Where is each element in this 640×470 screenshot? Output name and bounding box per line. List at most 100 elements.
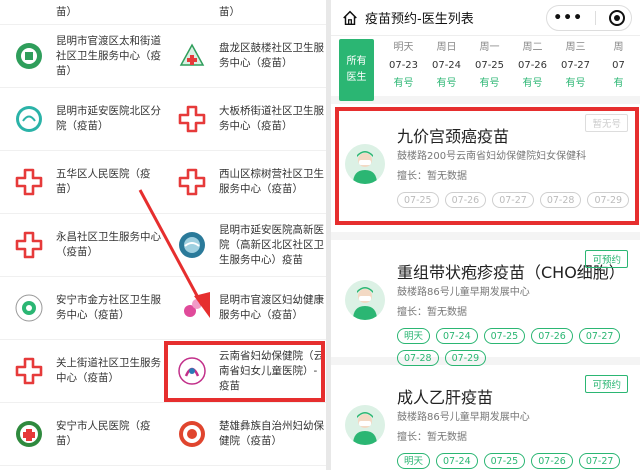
date-tab[interactable]: 明天 07-23 有号 (382, 39, 425, 93)
date-tab-date: 07-26 (517, 60, 548, 71)
hospital-name: 安宁市人民医院（疫苗） (56, 420, 151, 447)
date-tab-weekday: 明天 (393, 42, 414, 53)
hospital-item[interactable]: 昆明市延安医院北区分院（疫苗） (0, 88, 163, 151)
date-tab-status: 有号 (522, 78, 543, 89)
date-tab-weekday: 周三 (565, 42, 586, 53)
hospital-item[interactable]: 昆明市官渡区太和街道社区卫生服务中心（疫苗） (0, 25, 163, 88)
blue-circle-logo-icon (177, 230, 207, 260)
green-ring-logo-icon (14, 293, 44, 323)
title-bar: 疫苗预约-医生列表 ••• (331, 0, 640, 36)
vaccine-card[interactable]: 成人乙肝疫苗 鼓楼路86号儿童早期发展中心 擅长：暂无数据 明天 07-24 07-25 0… (331, 365, 640, 470)
doctor-avatar-icon (345, 280, 385, 320)
hospital-name: 苗） (56, 6, 77, 18)
hospital-name: 安宁市金方社区卫生服务中心（疫苗） (56, 294, 161, 321)
page-title: 疫苗预约-医生列表 (365, 12, 474, 27)
hospital-name: 关上街道社区卫生服务中心（疫苗） (56, 357, 161, 384)
hospital-item[interactable]: 西山区棕树营社区卫生服务中心（疫苗） (163, 151, 326, 214)
hospital-name: 昆明市延安医院北区分院（疫苗） (56, 105, 161, 132)
hospital-name: 苗） (219, 6, 240, 18)
date-tab-date: 07-23 (388, 60, 419, 71)
more-icon[interactable]: ••• (553, 10, 583, 26)
date-chip[interactable]: 07-25 (483, 453, 526, 469)
capsule-divider (595, 10, 597, 25)
red-cross-icon (177, 167, 207, 197)
hospital-name: 楚雄彝族自治州妇幼保健院（疫苗） (219, 420, 324, 447)
vaccine-location: 鼓楼路86号儿童早期发展中心 (397, 287, 530, 298)
bookable-badge[interactable]: 可预约 (585, 250, 628, 268)
date-tab-date: 07 (612, 60, 625, 71)
date-tab-date: 07-27 (560, 60, 591, 71)
vaccine-skill: 擅长：暂无数据 (397, 432, 467, 443)
date-tab[interactable]: 周日 07-24 有号 (425, 39, 468, 93)
mini-program-capsule: ••• (546, 4, 632, 31)
vaccine-card[interactable]: 重组带状疱疹疫苗（CHO细胞） 鼓楼路86号儿童早期发展中心 擅长：暂无数据 明天 07… (331, 240, 640, 366)
date-chip[interactable]: 07-27 (578, 328, 621, 344)
vaccine-info: 成人乙肝疫苗 鼓楼路86号儿童早期发展中心 擅长：暂无数据 明天 07-24 07-25 0… (397, 387, 630, 470)
hospital-name: 永昌社区卫生服务中心（疫苗） (56, 231, 161, 258)
hospital-item[interactable]: 永昌社区卫生服务中心（疫苗） (0, 214, 163, 277)
red-cross-icon (177, 104, 207, 134)
date-chip[interactable]: 07-26 (531, 328, 573, 344)
green-circle-logo-icon (14, 41, 44, 71)
hospital-item[interactable]: 五华区人民医院（疫苗） (0, 151, 163, 214)
date-tab-status: 有 (613, 78, 624, 89)
date-chip[interactable]: 07-27 (578, 453, 621, 469)
hospital-list-panel: 苗） 苗） 昆明市官渡区太和街道社区卫生服务中心（疫苗） 盘龙区鼓楼社区卫生服务中心（… (0, 0, 326, 470)
hospital-item[interactable]: 大板桥街道社区卫生服务中心（疫苗） (163, 88, 326, 151)
hospital-item[interactable]: 昆明市延安医院高新医院（高新区北区社区卫生服务中心）疫苗 (163, 214, 326, 277)
date-tab[interactable]: 周二 07-26 有号 (511, 39, 554, 93)
hospital-item[interactable]: 楚雄彝族自治州妇幼保健院（疫苗） (163, 403, 326, 466)
hospital-name: 五华区人民医院（疫苗） (56, 168, 151, 195)
hospital-item-highlighted[interactable]: 云南省妇幼保健院（云南省妇女儿童医院）-疫苗 (163, 340, 326, 403)
hospital-item[interactable]: 苗） (0, 0, 163, 25)
teal-circle-logo-icon (14, 104, 44, 134)
red-cross-icon (14, 167, 44, 197)
vaccine-panel: 疫苗预约-医生列表 ••• 所有 医生 明天 07-23 有号 周日 07-24 有号 周一… (331, 0, 640, 470)
vaccine-list: 九价宫颈癌疫苗 鼓楼路200号云南省妇幼保健院妇女保健科 擅长：暂无数据 07-25 0… (331, 104, 640, 470)
date-filter-bar: 所有 医生 明天 07-23 有号 周日 07-24 有号 周一 07-25 有号 周二 07-26… (331, 36, 640, 104)
date-tab-weekday: 周一 (479, 42, 500, 53)
hospital-grid: 苗） 苗） 昆明市官渡区太和街道社区卫生服务中心（疫苗） 盘龙区鼓楼社区卫生服务中心（… (0, 0, 326, 466)
bookable-badge[interactable]: 可预约 (585, 375, 628, 393)
vaccine-card[interactable]: 九价宫颈癌疫苗 鼓楼路200号云南省妇幼保健院妇女保健科 擅长：暂无数据 07-25 0… (331, 104, 640, 240)
all-doctors-label-1: 所有 (346, 56, 367, 67)
date-chips: 明天 07-24 07-25 07-26 07-27 07-28 07-29 (397, 328, 630, 366)
red-cross-icon (14, 356, 44, 386)
hospital-name: 昆明市官渡区太和街道社区卫生服务中心（疫苗） (56, 34, 161, 77)
date-tab-status: 有号 (479, 78, 500, 89)
date-tab-date: 07-25 (474, 60, 505, 71)
date-chip[interactable]: 07-25 (483, 328, 526, 344)
doctor-avatar-icon (345, 405, 385, 445)
all-doctors-tab[interactable]: 所有 医生 (339, 39, 374, 101)
home-icon[interactable] (341, 9, 359, 27)
date-tab[interactable]: 周三 07-27 有号 (554, 39, 597, 93)
hospital-item[interactable]: 苗） (163, 0, 326, 25)
hospital-item[interactable]: 盘龙区鼓楼社区卫生服务中心（疫苗） (163, 25, 326, 88)
hospital-item[interactable]: 安宁市金方社区卫生服务中心（疫苗） (0, 277, 163, 340)
hospital-item[interactable]: 昆明市官渡区妇幼健康服务中心（疫苗） (163, 277, 326, 340)
hospital-item[interactable]: 关上街道社区卫生服务中心（疫苗） (0, 340, 163, 403)
date-chip[interactable]: 明天 (397, 453, 431, 469)
date-tab[interactable]: 周 07 有 (597, 39, 640, 93)
date-tab-status: 有号 (565, 78, 586, 89)
hospital-name: 昆明市延安医院高新医院（高新区北区社区卫生服务中心）疫苗 (219, 223, 324, 266)
date-tab[interactable]: 周一 07-25 有号 (468, 39, 511, 93)
red-ring-logo-icon (177, 419, 207, 449)
all-doctors-label-2: 医生 (346, 72, 367, 83)
hospital-item[interactable]: 安宁市人民医院（疫苗） (0, 403, 163, 466)
date-chip[interactable]: 07-29 (444, 350, 487, 366)
date-tab-weekday: 周 (613, 42, 624, 53)
date-chip[interactable]: 明天 (397, 328, 431, 344)
pink-flower-logo-icon (177, 293, 207, 323)
close-miniprogram-icon[interactable] (608, 9, 625, 26)
date-tab-weekday: 周二 (522, 42, 543, 53)
date-chip[interactable]: 07-28 (397, 350, 439, 366)
date-chip[interactable]: 07-24 (436, 453, 478, 469)
date-chip[interactable]: 07-24 (436, 328, 478, 344)
hospital-name: 大板桥街道社区卫生服务中心（疫苗） (219, 105, 324, 132)
green-cross-logo-icon (14, 419, 44, 449)
hospital-name: 云南省妇幼保健院（云南省妇女儿童医院）-疫苗 (219, 349, 324, 392)
vaccine-location: 鼓楼路86号儿童早期发展中心 (397, 412, 530, 423)
date-chip[interactable]: 07-26 (531, 453, 573, 469)
red-cross-icon (14, 230, 44, 260)
